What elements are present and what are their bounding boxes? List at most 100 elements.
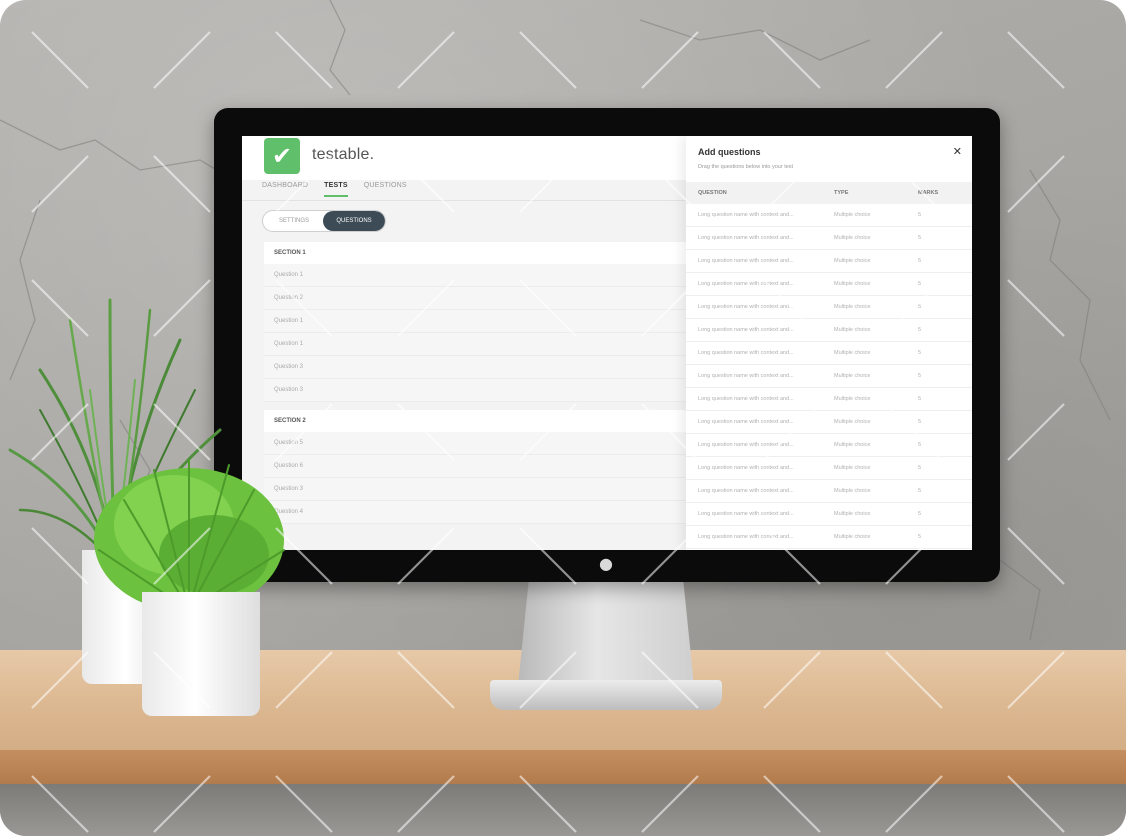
toggle-settings[interactable]: SETTINGS [263,211,325,231]
tab-questions[interactable]: QUESTIONS [364,182,407,197]
shelf-edge [0,750,1126,784]
type-cell: Multiple choice [834,373,871,379]
type-cell: Multiple choice [834,235,871,241]
tab-tests[interactable]: TESTS [324,182,348,197]
question-cell: Long question name with context and... [698,488,794,494]
marks-cell: 5 [918,304,922,310]
question-row[interactable]: Question 1 [264,310,694,333]
question-row[interactable]: Question 1 [264,333,694,356]
round-plant-pot [142,592,260,716]
column-marks[interactable]: MARKS [918,182,972,204]
panel-subtitle: Drag the questions below into your test [698,164,794,170]
question-cell: Long question name with context and... [698,258,794,264]
type-cell: Multiple choice [834,419,871,425]
question-cell: Long question name with context and... [698,465,794,471]
type-cell: Multiple choice [834,511,871,517]
table-row[interactable]: Long question name with context and... Mu… [686,204,972,227]
table-row[interactable]: Long question name with context and... Mu… [686,457,972,480]
question-row[interactable]: Question 4 [264,501,694,524]
marks-cell: 5 [918,442,922,448]
section-title: SECTION 1 [264,242,694,264]
question-row[interactable]: Question 3 [264,356,694,379]
type-cell: Multiple choice [834,304,871,310]
type-cell: Multiple choice [834,442,871,448]
table-body: Long question name with context and... Mu… [686,204,972,549]
section-title: SECTION 2 [264,410,694,432]
question-row[interactable]: Question 5 [264,432,694,455]
marks-cell: 5 [918,488,922,494]
question-row[interactable]: Question 6 [264,455,694,478]
marks-cell: 5 [918,511,922,517]
type-cell: Multiple choice [834,534,871,540]
type-cell: Multiple choice [834,281,871,287]
test-sections: SECTION 1 Question 1 Question 2 Question… [264,242,694,524]
question-cell: Long question name with context and... [698,281,794,287]
marks-cell: 5 [918,419,922,425]
toggle-questions[interactable]: QUESTIONS [323,211,385,231]
mockup-scene: ✔ testable. DASHBOARD TESTS QUESTIONS SE… [0,0,1126,836]
add-questions-panel: Add questions Drag the questions below i… [686,136,972,550]
table-row[interactable]: Long question name with context and... Mu… [686,319,972,342]
marks-cell: 5 [918,212,922,218]
type-cell: Multiple choice [834,396,871,402]
table-row[interactable]: Long question name with context and... Mu… [686,250,972,273]
table-row[interactable]: Long question name with context and... Mu… [686,526,972,549]
type-cell: Multiple choice [834,258,871,264]
monitor: ✔ testable. DASHBOARD TESTS QUESTIONS SE… [214,108,1000,582]
marks-cell: 5 [918,373,922,379]
type-cell: Multiple choice [834,465,871,471]
apple-logo-icon: ● [599,554,613,573]
marks-cell: 5 [918,281,922,287]
brand-name[interactable]: testable. [312,146,374,164]
question-cell: Long question name with context and... [698,534,794,540]
marks-cell: 5 [918,258,922,264]
panel-title: Add questions [698,147,761,157]
question-row[interactable]: Question 1 [264,264,694,287]
table-row[interactable]: Long question name with context and... Mu… [686,342,972,365]
questions-table: QUESTION TYPE MARKS Long question name w… [686,182,972,549]
table-row[interactable]: Long question name with context and... Mu… [686,296,972,319]
table-row[interactable]: Long question name with context and... Mu… [686,365,972,388]
question-cell: Long question name with context and... [698,327,794,333]
settings-questions-toggle[interactable]: SETTINGS QUESTIONS [262,210,386,232]
question-cell: Long question name with context and... [698,442,794,448]
table-row[interactable]: Long question name with context and... Mu… [686,273,972,296]
question-cell: Long question name with context and... [698,350,794,356]
question-cell: Long question name with context and... [698,212,794,218]
tab-dashboard[interactable]: DASHBOARD [262,182,308,197]
question-cell: Long question name with context and... [698,419,794,425]
type-cell: Multiple choice [834,327,871,333]
table-row[interactable]: Long question name with context and... Mu… [686,227,972,250]
question-cell: Long question name with context and... [698,373,794,379]
close-icon[interactable]: ✕ [953,145,962,158]
question-cell: Long question name with context and... [698,396,794,402]
marks-cell: 5 [918,465,922,471]
table-header: QUESTION TYPE MARKS [686,182,972,204]
table-row[interactable]: Long question name with context and... Mu… [686,503,972,526]
column-type[interactable]: TYPE [834,182,918,204]
marks-cell: 5 [918,396,922,402]
question-cell: Long question name with context and... [698,304,794,310]
nav-tabs: DASHBOARD TESTS QUESTIONS [262,182,407,197]
table-row[interactable]: Long question name with context and... Mu… [686,480,972,503]
question-row[interactable]: Question 2 [264,287,694,310]
marks-cell: 5 [918,534,922,540]
type-cell: Multiple choice [834,350,871,356]
screen: ✔ testable. DASHBOARD TESTS QUESTIONS SE… [242,136,972,550]
question-cell: Long question name with context and... [698,235,794,241]
type-cell: Multiple choice [834,212,871,218]
wall-below-shelf [0,784,1126,836]
question-row[interactable]: Question 3 [264,379,694,402]
table-row[interactable]: Long question name with context and... Mu… [686,434,972,457]
monitor-stand-neck [518,582,694,686]
marks-cell: 5 [918,350,922,356]
question-row[interactable]: Question 3 [264,478,694,501]
table-row[interactable]: Long question name with context and... Mu… [686,411,972,434]
column-question[interactable]: QUESTION [686,182,834,204]
type-cell: Multiple choice [834,488,871,494]
checkmark-icon[interactable]: ✔ [264,138,300,174]
monitor-stand-base [490,680,722,710]
marks-cell: 5 [918,235,922,241]
table-row[interactable]: Long question name with context and... Mu… [686,388,972,411]
